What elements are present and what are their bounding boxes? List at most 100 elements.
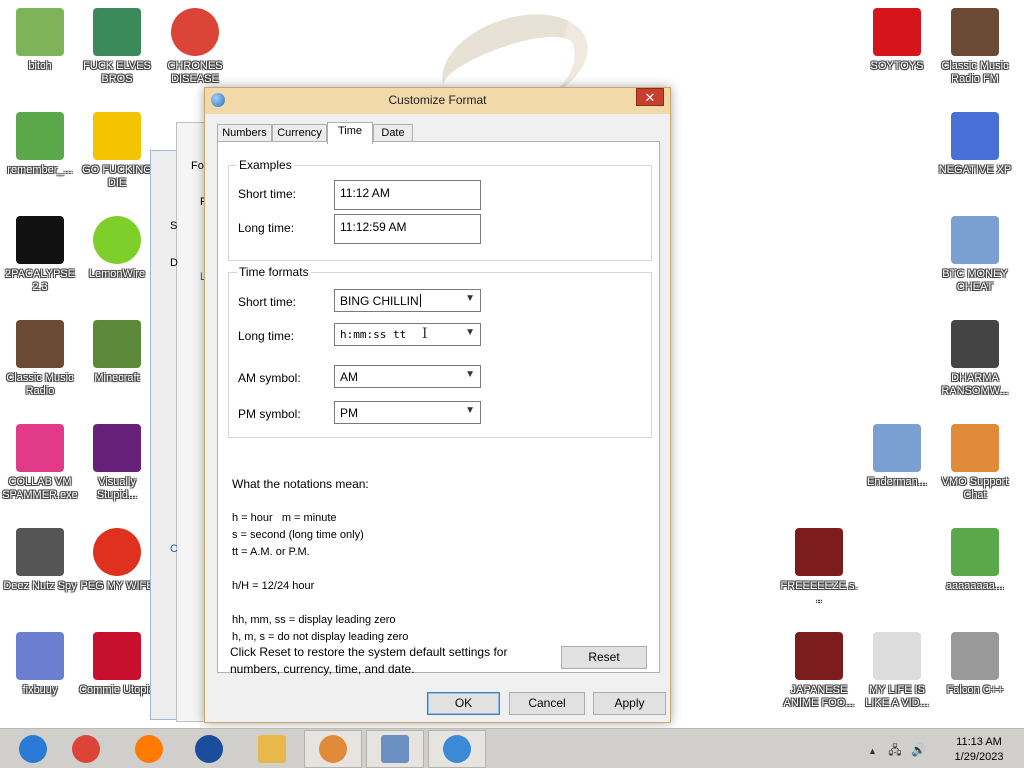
desktop-icon[interactable]: SOYTOYS [857, 8, 937, 73]
skull-icon[interactable] [951, 320, 999, 368]
desktop-icon[interactable]: CHRONES DISEASE [155, 8, 235, 86]
desktop-icon[interactable]: PEG MY WIFE [77, 528, 157, 593]
show-hidden-icons-chevron-icon[interactable]: ▲ [868, 746, 877, 756]
close-button[interactable]: ✕ [636, 88, 664, 106]
volume-icon[interactable]: 🔊 [911, 743, 926, 757]
lemonwire-icon[interactable] [93, 216, 141, 264]
p-logo-icon[interactable] [93, 528, 141, 576]
red-s-logo-icon[interactable] [873, 8, 921, 56]
bunny-icon[interactable] [951, 112, 999, 160]
examples-group-label: Examples [237, 158, 294, 172]
gamepad-icon[interactable] [873, 632, 921, 680]
desktop-icon[interactable]: Classic Music Radio FM [935, 8, 1015, 86]
clock-time: 11:13 AM [956, 736, 1002, 748]
commie-logo-icon[interactable] [93, 632, 141, 680]
taskbar-app-button[interactable] [366, 730, 424, 768]
desktop-icon[interactable]: Classic Music Radio [0, 320, 80, 398]
desktop-icon[interactable]: BTC MONEY CHEAT [935, 216, 1015, 294]
notation-line: hh, mm, ss = display leading zero [232, 614, 396, 626]
cmd-icon[interactable] [16, 216, 64, 264]
desktop-icon-label: DHARMA RANSOMW... [941, 372, 1009, 397]
dialog-titlebar[interactable]: Customize Format ✕ [205, 88, 670, 114]
de-logo-icon[interactable] [93, 112, 141, 160]
portrait-icon[interactable] [16, 320, 64, 368]
taskbar-app-button[interactable] [304, 730, 362, 768]
desktop-icon[interactable]: FUCK ELVES BROS [77, 8, 157, 86]
taskbar-app-button[interactable] [243, 730, 301, 768]
desktop-icon[interactable]: Deez Nutz Spy [0, 528, 80, 593]
portrait-icon[interactable] [951, 8, 999, 56]
taskbar-app-button[interactable] [428, 730, 486, 768]
desktop-icon[interactable]: Minecraft [77, 320, 157, 385]
network-icon[interactable]: 🖧 [888, 743, 901, 757]
desktop-icon[interactable]: JAPANESE ANIME FOO... [779, 632, 859, 710]
desktop-icon[interactable]: DHARMA RANSOMW... [935, 320, 1015, 398]
minecraft-block-icon[interactable] [93, 320, 141, 368]
pm-symbol-label: PM symbol: [238, 407, 301, 421]
ok-button[interactable]: OK [427, 692, 500, 715]
elf-image-icon[interactable] [93, 8, 141, 56]
desktop-icon[interactable]: bitch [0, 8, 80, 73]
desktop-icon[interactable]: Enderman... [857, 424, 937, 489]
desktop-icon[interactable]: Falcon C++ [935, 632, 1015, 697]
time-formats-group: Time formats Short time: BING CHILLIN ▼ … [228, 265, 652, 438]
ibeam-cursor-icon: I [422, 326, 428, 342]
blue-diamond-icon[interactable] [873, 424, 921, 472]
desktop-icon[interactable]: FREEEEEZE.s... [779, 528, 859, 606]
desktop-icon[interactable]: MY LIFE IS LIKE A VID... [857, 632, 937, 710]
folder-icon[interactable] [16, 8, 64, 56]
windows-stack-icon[interactable] [16, 528, 64, 576]
desktop-icon[interactable]: aaaaaaaa... [935, 528, 1015, 593]
desktop-icon[interactable]: Visually Stupid... [77, 424, 157, 502]
trash-bin-icon[interactable] [951, 632, 999, 680]
desktop-icon[interactable]: NEGATIVE XP [935, 112, 1015, 177]
green-file-icon[interactable] [16, 112, 64, 160]
short-time-format-value[interactable]: BING CHILLIN [340, 294, 421, 308]
chevron-down-icon[interactable]: ▼ [465, 327, 475, 338]
doctor-icon[interactable] [951, 424, 999, 472]
flash-icon[interactable] [795, 528, 843, 576]
chevron-down-icon[interactable]: ▼ [465, 293, 475, 304]
long-time-format-combo[interactable]: h:mm:ss tt I ▼ [334, 323, 481, 346]
script-file-icon[interactable] [16, 632, 64, 680]
time-formats-group-label: Time formats [237, 265, 311, 279]
blue-diamond-icon[interactable] [951, 216, 999, 264]
clock[interactable]: 11:13 AM 1/29/2023 [944, 735, 1014, 765]
long-time-format-value[interactable]: h:mm:ss tt [340, 328, 406, 341]
desktop-icon-label: COLLAB VM SPAMMER.exe [2, 476, 78, 501]
chevron-down-icon[interactable]: ▼ [465, 369, 475, 380]
taskbar-app-button[interactable] [120, 730, 178, 768]
chrome-colorful-icon [19, 735, 47, 763]
chevron-down-icon[interactable]: ▼ [465, 405, 475, 416]
desktop-icon[interactable]: remember_... [0, 112, 80, 177]
desktop-icon[interactable]: Commie Utopia [77, 632, 157, 697]
cancel-button[interactable]: Cancel [509, 692, 585, 715]
desktop-icon[interactable]: LemonWire [77, 216, 157, 281]
am-symbol-combo[interactable]: AM ▼ [334, 365, 481, 388]
tab-time[interactable]: Time [327, 122, 373, 144]
taskbar-app-button[interactable] [4, 730, 62, 768]
chrome-icon[interactable] [171, 8, 219, 56]
taskbar-app-button[interactable] [57, 730, 115, 768]
desktop-icon[interactable]: VMO Support Chat [935, 424, 1015, 502]
desktop-icon[interactable]: COLLAB VM SPAMMER.exe [0, 424, 80, 502]
desktop-icon[interactable]: GO FUCKING DIE [77, 112, 157, 190]
notation-line: s = second (long time only) [232, 529, 364, 541]
background-window-link[interactable]: C [170, 543, 178, 555]
taskbar-app-button[interactable] [180, 730, 238, 768]
reset-button[interactable]: Reset [561, 646, 647, 669]
pm-symbol-combo[interactable]: PM ▼ [334, 401, 481, 424]
pm-symbol-value[interactable]: PM [340, 406, 358, 420]
short-time-format-combo[interactable]: BING CHILLIN ▼ [334, 289, 481, 312]
desktop-icon-label: Classic Music Radio [6, 372, 74, 397]
green-file-icon[interactable] [951, 528, 999, 576]
pink-monitor-icon[interactable] [16, 424, 64, 472]
flash-icon[interactable] [795, 632, 843, 680]
notation-line: tt = A.M. or P.M. [232, 546, 310, 558]
desktop-icon[interactable]: 2PACALYPSE 2.3 [0, 216, 80, 294]
desktop-icon-label: BTC MONEY CHEAT [942, 268, 1008, 293]
apply-button[interactable]: Apply [593, 692, 666, 715]
visual-studio-icon[interactable] [93, 424, 141, 472]
am-symbol-value[interactable]: AM [340, 370, 358, 384]
desktop-icon[interactable]: fixbuuy [0, 632, 80, 697]
